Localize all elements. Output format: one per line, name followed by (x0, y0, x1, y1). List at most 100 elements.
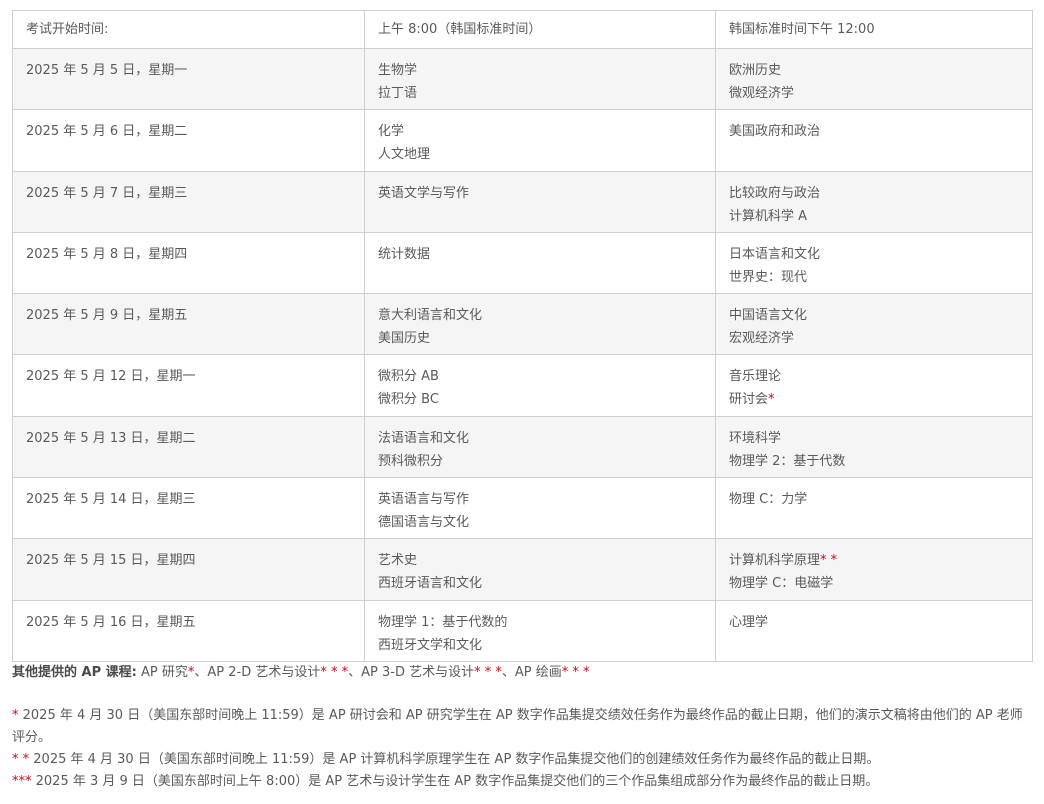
table-row: 2025 年 5 月 12 日，星期一 微积分 AB 微积分 BC 音乐理论 研讨会* (12, 354, 1033, 417)
exam-subject-name: 德国语言与文化 (378, 515, 470, 531)
afternoon-exams-cell: 物理 C：力学 (715, 477, 1033, 540)
other-courses-lead: 其他提供的 AP 课程: (12, 665, 137, 680)
exam-subject: 比较政府与政治 (729, 182, 1020, 205)
exam-subject: 统计数据 (378, 243, 703, 266)
exam-subject-name: 中国语言文化 (729, 308, 808, 324)
other-course-name: AP 研究 (140, 665, 188, 680)
header-afternoon-session: 韩国标准时间下午 12:00 (715, 10, 1033, 49)
exam-subject-name: 英语文学与写作 (378, 185, 470, 201)
exam-subject-name: 美国政府和政治 (729, 124, 821, 140)
footnote-marker: * * * (474, 665, 502, 680)
exam-subject-name: 世界史：现代 (729, 269, 808, 285)
other-course-name: AP 2-D 艺术与设计 (207, 665, 321, 680)
exam-date-cell: 2025 年 5 月 5 日，星期一 (12, 47, 365, 111)
footnote-marker: * * (820, 553, 838, 569)
exam-subject-name: 环境科学 (729, 430, 782, 446)
header-morning-session: 上午 8:00（韩国标准时间） (364, 10, 716, 49)
footnote: * * 2025 年 4 月 30 日（美国东部时间晚上 11:59）是 AP … (12, 749, 1034, 771)
exam-subject-name: 拉丁语 (378, 86, 418, 101)
afternoon-exams-cell: 美国政府和政治 (715, 109, 1033, 172)
exam-subject-name: 意大利语言和文化 (378, 308, 483, 324)
exam-subject-name: 人文地理 (378, 147, 431, 163)
exam-subject-name: 英语语言与写作 (378, 492, 470, 508)
footnote: *** 2025 年 3 月 9 日（美国东部时间上午 8:00）是 AP 艺术… (12, 771, 1034, 793)
separator: 、 (348, 665, 362, 680)
table-row: 2025 年 5 月 14 日，星期三 英语语言与写作 德国语言与文化 物理 C：力学 (12, 477, 1033, 540)
footnote-marker: *** (12, 774, 32, 789)
exam-subject: 美国政府和政治 (729, 120, 1020, 143)
footnote: * 2025 年 4 月 30 日（美国东部时间晚上 11:59）是 AP 研讨… (12, 705, 1034, 749)
exam-subject: 欧洲历史 (729, 59, 1020, 82)
footnote-marker: * * (12, 752, 30, 767)
exam-subject-name: 统计数据 (378, 246, 431, 262)
exam-subject: 微观经济学 (729, 82, 1020, 105)
exam-date-cell: 2025 年 5 月 8 日，星期四 (12, 231, 365, 295)
morning-exams-cell: 意大利语言和文化 美国历史 (364, 293, 716, 356)
exam-date-cell: 2025 年 5 月 7 日，星期三 (12, 170, 365, 233)
exam-subject-name: 微积分 AB (378, 369, 439, 385)
table-row: 2025 年 5 月 6 日，星期二 化学 人文地理 美国政府和政治 (12, 109, 1033, 172)
exam-subject-name: 西班牙文学和文化 (378, 637, 483, 653)
footnote-text: 2025 年 3 月 9 日（美国东部时间上午 8:00）是 AP 艺术与设计学… (31, 774, 879, 789)
morning-exams-cell: 英语语言与写作 德国语言与文化 (364, 477, 716, 540)
other-courses-items: AP 研究*、AP 2-D 艺术与设计* * *、AP 3-D 艺术与设计* *… (141, 665, 590, 680)
exam-subject: 化学 (378, 120, 703, 143)
exam-subject-name: 欧洲历史 (729, 63, 782, 78)
table-header-row: 考试开始时间: 上午 8:00（韩国标准时间） 韩国标准时间下午 12:00 (12, 10, 1033, 49)
afternoon-exams-cell: 欧洲历史 微观经济学 (715, 47, 1033, 111)
exam-subject: 预科微积分 (378, 450, 703, 473)
exam-subject: 拉丁语 (378, 82, 703, 105)
header-start-time: 考试开始时间: (12, 10, 365, 49)
exam-date-cell: 2025 年 5 月 15 日，星期四 (12, 538, 365, 601)
other-courses-line: 其他提供的 AP 课程: AP 研究*、AP 2-D 艺术与设计* * *、AP… (12, 662, 1034, 684)
other-course-name: AP 3-D 艺术与设计 (361, 665, 475, 680)
exam-subject: 计算机科学原理* * (729, 549, 1020, 572)
morning-exams-cell: 统计数据 (364, 231, 716, 295)
exam-subject: 西班牙文学和文化 (378, 634, 703, 657)
afternoon-exams-cell: 日本语言和文化世界史：现代 (715, 231, 1033, 295)
exam-subject: 日本语言和文化 (729, 243, 1020, 266)
afternoon-exams-cell: 比较政府与政治 计算机科学 A (715, 170, 1033, 233)
exam-subject-name: 物理学 2：基于代数 (729, 453, 846, 469)
separator: 、 (501, 665, 515, 680)
exam-date-cell: 2025 年 5 月 9 日，星期五 (12, 293, 365, 356)
table-row: 2025 年 5 月 15 日，星期四 艺术史 西班牙语言和文化 计算机科学原理* *… (12, 538, 1033, 601)
footnotes: * 2025 年 4 月 30 日（美国东部时间晚上 11:59）是 AP 研讨… (12, 705, 1034, 793)
exam-subject: 计算机科学 A (729, 205, 1020, 228)
morning-exams-cell: 法语语言和文化 预科微积分 (364, 415, 716, 479)
exam-subject-name: 物理 C：力学 (729, 492, 808, 508)
footnote-text: 2025 年 4 月 30 日（美国东部时间晚上 11:59）是 AP 研讨会和… (12, 708, 1023, 745)
morning-exams-cell: 艺术史西班牙语言和文化 (364, 538, 716, 601)
afternoon-exams-cell: 音乐理论 研讨会* (715, 354, 1033, 417)
footnote-marker: * * * (561, 665, 590, 680)
exam-subject-name: 预科微积分 (378, 453, 444, 469)
table-row: 2025 年 5 月 13 日，星期二 法语语言和文化 预科微积分 环境科学物理学 2… (12, 415, 1033, 479)
exam-subject-name: 比较政府与政治 (729, 185, 821, 201)
exam-subject-name: 计算机科学 A (729, 208, 808, 224)
exam-subject: 物理 C：力学 (729, 488, 1020, 511)
exam-schedule-table: 考试开始时间: 上午 8:00（韩国标准时间） 韩国标准时间下午 12:00 2… (12, 10, 1033, 662)
exam-subject: 西班牙语言和文化 (378, 572, 703, 595)
exam-subject: 德国语言与文化 (378, 511, 703, 534)
exam-subject: 英语语言与写作 (378, 488, 703, 511)
exam-subject: 意大利语言和文化 (378, 304, 703, 327)
exam-date-cell: 2025 年 5 月 14 日，星期三 (12, 477, 365, 540)
table-row: 2025 年 5 月 5 日，星期一 生物学 拉丁语 欧洲历史 微观经济学 (12, 47, 1033, 111)
exam-subject-name: 微观经济学 (729, 86, 795, 101)
exam-subject: 微积分 AB (378, 365, 703, 388)
exam-subject: 艺术史 (378, 549, 703, 572)
afternoon-exams-cell: 中国语言文化 宏观经济学 (715, 293, 1033, 356)
exam-subject: 音乐理论 (729, 365, 1020, 388)
afternoon-exams-cell: 心理学 (715, 599, 1033, 662)
exam-subject: 英语文学与写作 (378, 182, 703, 205)
exam-subject: 世界史：现代 (729, 266, 1020, 289)
exam-subject-name: 物理学 C：电磁学 (729, 576, 834, 592)
exam-subject-name: 艺术史 (378, 553, 418, 569)
exam-subject-name: 微积分 BC (378, 392, 439, 408)
footnote-marker: * * * (320, 665, 349, 680)
morning-exams-cell: 物理学 1：基于代数的西班牙文学和文化 (364, 599, 716, 662)
exam-subject: 物理学 1：基于代数的 (378, 611, 703, 634)
table-row: 2025 年 5 月 8 日，星期四 统计数据 日本语言和文化世界史：现代 (12, 231, 1033, 295)
exam-date-cell: 2025 年 5 月 13 日，星期二 (12, 415, 365, 479)
morning-exams-cell: 化学 人文地理 (364, 109, 716, 172)
